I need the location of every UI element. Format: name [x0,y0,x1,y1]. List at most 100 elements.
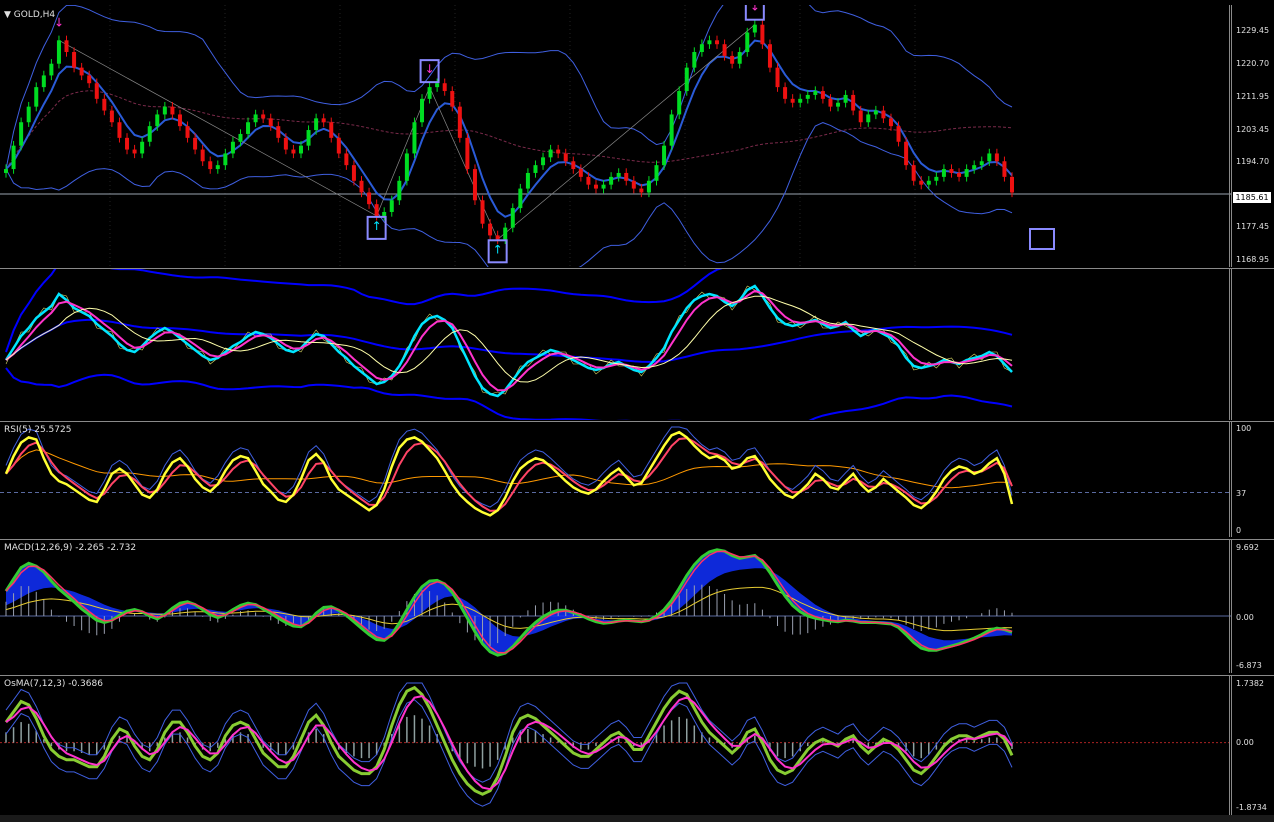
candle-body [533,165,538,173]
osma-axis[interactable]: 1.7382 0.00 -1.8734 [1231,675,1274,815]
candle-body [556,149,561,154]
candle-body [503,227,508,240]
pane-border [0,539,1274,540]
candle-body [457,106,462,138]
candle-body [4,169,8,173]
pane-border [0,675,1274,676]
candle-body [94,83,99,99]
candle-body [919,180,924,185]
rsi-tick: 0 [1236,526,1242,535]
candle-body [609,176,614,185]
candle-body [964,169,969,177]
candle-body [692,52,697,68]
up-arrow-icon: ↑ [493,242,503,256]
candle-body [934,176,939,181]
candle-body [26,106,31,123]
down-arrow-icon: ↓ [425,62,435,76]
candle-body [798,98,803,103]
rsi-label: RSI(5) 25.5725 [4,425,72,435]
candle-body [624,172,629,181]
candle-body [87,75,92,84]
rsi-tick: 37 [1236,489,1247,498]
price-tick: 1194.70 [1236,157,1270,166]
candle-body [828,98,833,107]
rsi-band-line [5,426,1013,508]
price-tick: 1229.45 [1236,26,1270,35]
chart-window: ↓ ↑ ↓ ↑ ↓ ▼ GOLD,H4 1229.45 1220.70 1211.95 … [0,0,1274,822]
macd-tick: 9.692 [1236,543,1259,552]
horizontal-scrollbar[interactable] [0,815,1274,822]
macd-pane[interactable]: MACD(12,26,9) -2.265 -2.732 9.692 0.00 -… [0,539,1274,673]
candle-body [109,110,114,123]
zigzag-line [58,24,756,240]
up-arrow-icon: ↑ [372,219,382,233]
chevron-down-icon[interactable]: ▼ [4,10,11,20]
candle-body [442,83,447,92]
candle-body [359,180,364,193]
candle-body [49,63,54,76]
symbol-label[interactable]: ▼ GOLD,H4 [4,10,55,20]
candle-body [102,98,107,111]
candle-body [480,200,485,224]
candle-body [684,67,689,92]
envelope-upper [5,268,727,353]
candle-body [646,180,651,193]
down-arrow-icon: ↓ [54,15,64,29]
candle-body [518,188,523,209]
candle-body [548,149,553,158]
candle-body [699,44,704,53]
candle-body [185,126,190,138]
candle-body [525,172,530,189]
oscillator-pane[interactable] [0,268,1274,420]
osma-line [4,685,1014,796]
price-tick: 1220.70 [1236,59,1270,68]
candle-body [374,204,379,216]
candle-body [276,126,281,138]
rsi-pane[interactable]: RSI(5) 25.5725 100 37 0 [0,421,1274,537]
candle-body [132,149,137,154]
candle-body [238,133,243,142]
candle-body [117,122,122,138]
candle-body [223,153,228,166]
price-tick: 1211.95 [1236,92,1270,101]
candle-body [737,52,742,64]
candle-body [336,137,341,154]
candle-body [404,153,409,181]
candle-body [760,24,765,45]
candle-body [911,165,916,181]
candle-body [140,141,145,154]
rsi-axis[interactable]: 100 37 0 [1231,421,1274,537]
candle-body [246,122,251,134]
osma-pane[interactable]: OsMA(7,12,3) -0.3686 1.7382 0.00 -1.8734 [0,675,1274,815]
candle-body [730,55,735,64]
macd-tick: -6.873 [1236,661,1262,670]
macd-tick: 0.00 [1236,613,1254,622]
osma-tick: 0.00 [1236,738,1254,747]
price-axis[interactable]: 1229.45 1220.70 1211.95 1203.45 1194.70 … [1231,5,1274,267]
candle-body [283,137,288,150]
oscillator-axis[interactable] [1231,268,1274,420]
candle-body [472,169,477,201]
candle-body [510,208,515,228]
macd-axis[interactable]: 9.692 0.00 -6.873 [1231,539,1274,673]
candle-body [450,91,455,107]
rsi-svg [0,421,1274,537]
candle-body [367,192,372,205]
candle-body [147,126,152,142]
pane-border [0,268,1274,269]
axis-border [1229,675,1230,815]
candle-body [639,188,644,193]
candle-body [896,126,901,142]
candle-body [382,211,387,216]
candle-body [752,24,757,33]
candle-body [162,106,167,115]
candle-body [389,200,394,212]
candle-body [578,169,583,177]
candle-body [427,87,432,99]
candle-body [208,161,213,170]
candle-body [586,176,591,185]
price-pane[interactable]: ↓ ↑ ↓ ↑ ↓ ▼ GOLD,H4 1229.45 1220.70 1211.95 … [0,5,1274,267]
rsi-smooth-line [5,437,1013,512]
candle-body [306,130,311,146]
price-tick: 1177.45 [1236,222,1270,231]
